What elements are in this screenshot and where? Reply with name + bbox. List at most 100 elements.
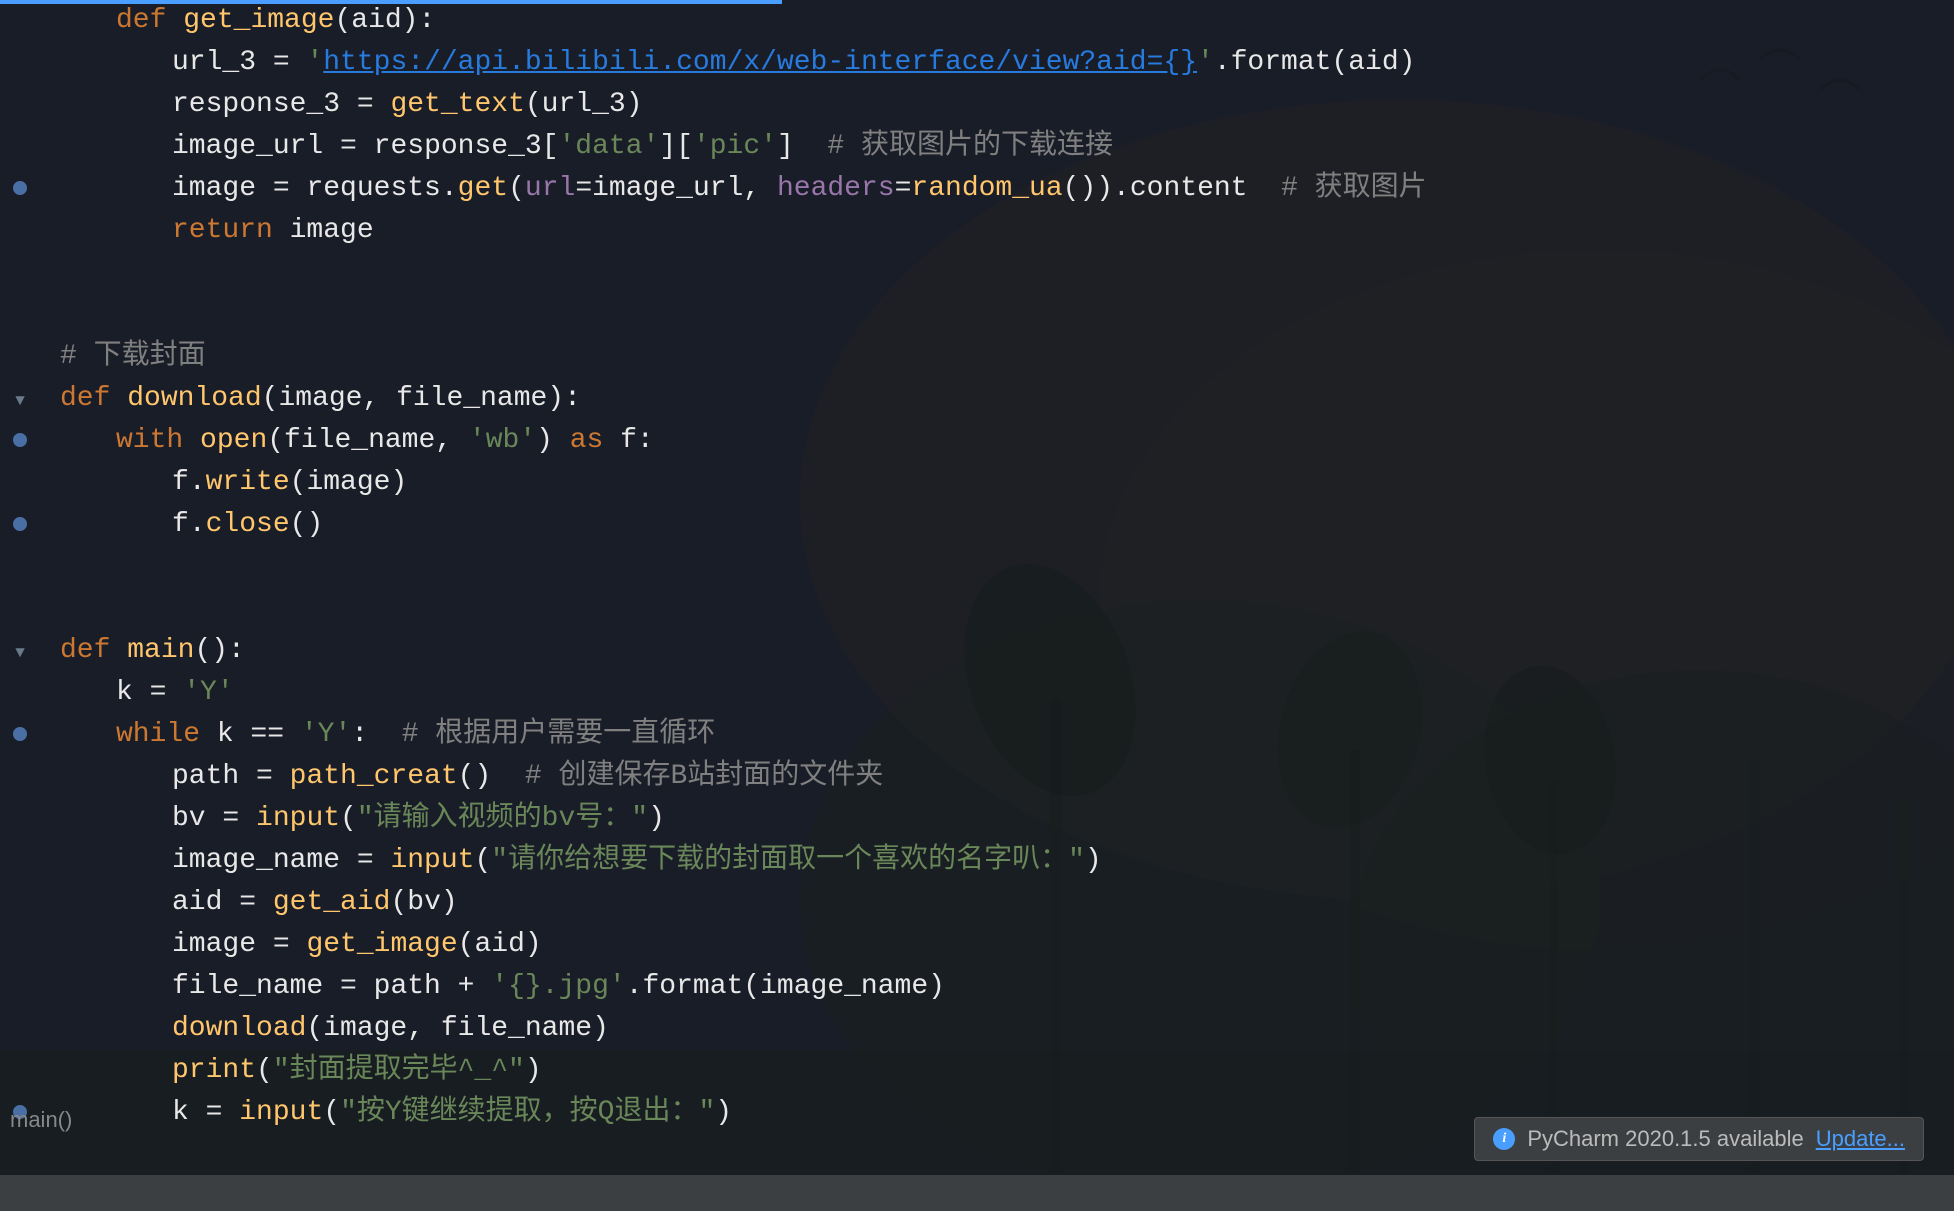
- token-fn-def: main: [127, 635, 194, 666]
- token-var: bv: [172, 803, 206, 834]
- token-var: f: [172, 467, 189, 498]
- token-plain: =: [256, 173, 306, 204]
- token-plain: =: [206, 803, 256, 834]
- token-var: k: [172, 1097, 189, 1128]
- code-line: image = requests.get(url=image_url, head…: [0, 168, 1954, 210]
- token-plain: =image_url,: [575, 173, 777, 204]
- code-line: aid = get_aid(bv): [0, 882, 1954, 924]
- token-var: url_3: [172, 47, 256, 78]
- code-line: ▼ def main():: [0, 630, 1954, 672]
- token-plain: [110, 383, 127, 414]
- token-kw-def: def: [60, 635, 110, 666]
- line-content: url_3 = 'https://api.bilibili.com/x/web-…: [40, 42, 1954, 84]
- token-plain: (aid): [458, 929, 542, 960]
- token-fn: get_text: [390, 89, 524, 120]
- token-fn: print: [172, 1055, 256, 1086]
- pycharm-notification[interactable]: i PyCharm 2020.1.5 available Update...: [1474, 1117, 1924, 1161]
- token-var: f: [172, 509, 189, 540]
- token-plain: (: [340, 803, 357, 834]
- token-plain: (: [256, 1055, 273, 1086]
- token-str: 'Y': [183, 677, 233, 708]
- code-line: with open(file_name, 'wb') as f:: [0, 420, 1954, 462]
- fold-icon[interactable]: ▼: [11, 392, 29, 410]
- token-plain: =: [133, 677, 183, 708]
- code-line: while k == 'Y': # 根据用户需要一直循环: [0, 714, 1954, 756]
- token-var: file_name: [172, 971, 323, 1002]
- token-plain: =: [895, 173, 912, 204]
- token-plain: (: [508, 173, 525, 204]
- token-plain: [: [542, 131, 559, 162]
- token-str: "封面提取完毕^_^": [273, 1055, 525, 1086]
- token-plain: =: [323, 131, 373, 162]
- code-line: [0, 588, 1954, 630]
- code-line: print("封面提取完毕^_^"): [0, 1050, 1954, 1092]
- token-str: '{}.jpg': [491, 971, 625, 1002]
- token-kw-with: with: [116, 425, 183, 456]
- line-content: k = 'Y': [40, 672, 1954, 714]
- token-plain: =: [256, 47, 306, 78]
- token-plain: (file_name,: [267, 425, 469, 456]
- token-fn: path_creat: [290, 761, 458, 792]
- token-plain: =: [256, 929, 306, 960]
- token-plain: = path +: [323, 971, 491, 1002]
- token-fn: get: [458, 173, 508, 204]
- notification-text: PyCharm 2020.1.5 available: [1527, 1126, 1803, 1152]
- token-plain: ): [648, 803, 665, 834]
- code-line: url_3 = 'https://api.bilibili.com/x/web-…: [0, 42, 1954, 84]
- token-url-link: https://api.bilibili.com/x/web-interface…: [323, 47, 1197, 78]
- code-line: path = path_creat() # 创建保存B站封面的文件夹: [0, 756, 1954, 798]
- line-content: with open(file_name, 'wb') as f:: [40, 420, 1954, 462]
- token-fn: download: [172, 1013, 306, 1044]
- code-line: return image: [0, 210, 1954, 252]
- token-plain: .: [441, 173, 458, 204]
- notification-update-link[interactable]: Update...: [1816, 1126, 1905, 1152]
- status-bar: [0, 1175, 1954, 1211]
- code-line: f.write(image): [0, 462, 1954, 504]
- token-plain: (image): [290, 467, 408, 498]
- token-comment: # 创建保存B站封面的文件夹: [525, 761, 883, 792]
- token-var: image_url: [172, 131, 323, 162]
- token-comment: # 获取图片: [1281, 173, 1427, 204]
- token-var: image: [172, 929, 256, 960]
- code-line: k = 'Y': [0, 672, 1954, 714]
- code-line: image_url = response_3['data']['pic'] # …: [0, 126, 1954, 168]
- token-plain: ][: [659, 131, 693, 162]
- line-gutter: ▼: [0, 644, 40, 662]
- line-content: file_name = path + '{}.jpg'.format(image…: [40, 966, 1954, 1008]
- line-content: image_url = response_3['data']['pic'] # …: [40, 126, 1954, 168]
- token-kw-as: as: [570, 425, 604, 456]
- fold-icon[interactable]: ▼: [11, 644, 29, 662]
- progress-bar: [0, 0, 782, 4]
- token-var: aid: [172, 887, 222, 918]
- token-str: ': [306, 47, 323, 78]
- token-plain: .format(image_name): [626, 971, 945, 1002]
- token-fn: random_ua: [911, 173, 1062, 204]
- token-comment: # 根据用户需要一直循环: [402, 719, 716, 750]
- line-content: image = requests.get(url=image_url, head…: [40, 168, 1954, 210]
- line-content: download(image, file_name): [40, 1008, 1954, 1050]
- function-hint-text: main(): [10, 1107, 72, 1132]
- token-plain: ]: [777, 131, 827, 162]
- token-plain: :: [351, 719, 401, 750]
- token-plain: =: [189, 1097, 239, 1128]
- token-str: 'pic': [693, 131, 777, 162]
- line-gutter: [0, 433, 40, 447]
- token-plain: ): [525, 1055, 542, 1086]
- token-str: ': [1197, 47, 1214, 78]
- line-content: return image: [40, 210, 1954, 252]
- function-hint: main(): [10, 1107, 72, 1133]
- token-str: "按Y键继续提取，按Q退出：": [340, 1097, 715, 1128]
- line-content: def download(image, file_name):: [40, 378, 1954, 420]
- token-plain: =: [340, 89, 390, 120]
- token-fn: input: [390, 845, 474, 876]
- code-line: # 下载封面: [0, 336, 1954, 378]
- token-plain: ():: [194, 635, 244, 666]
- code-line: [0, 252, 1954, 294]
- token-fn: get_aid: [273, 887, 391, 918]
- token-headers-kw: headers: [777, 173, 895, 204]
- line-content: image = get_image(aid): [40, 924, 1954, 966]
- token-plain: ()).content: [1063, 173, 1281, 204]
- info-icon: i: [1493, 1128, 1515, 1150]
- code-line: image = get_image(aid): [0, 924, 1954, 966]
- line-content: aid = get_aid(bv): [40, 882, 1954, 924]
